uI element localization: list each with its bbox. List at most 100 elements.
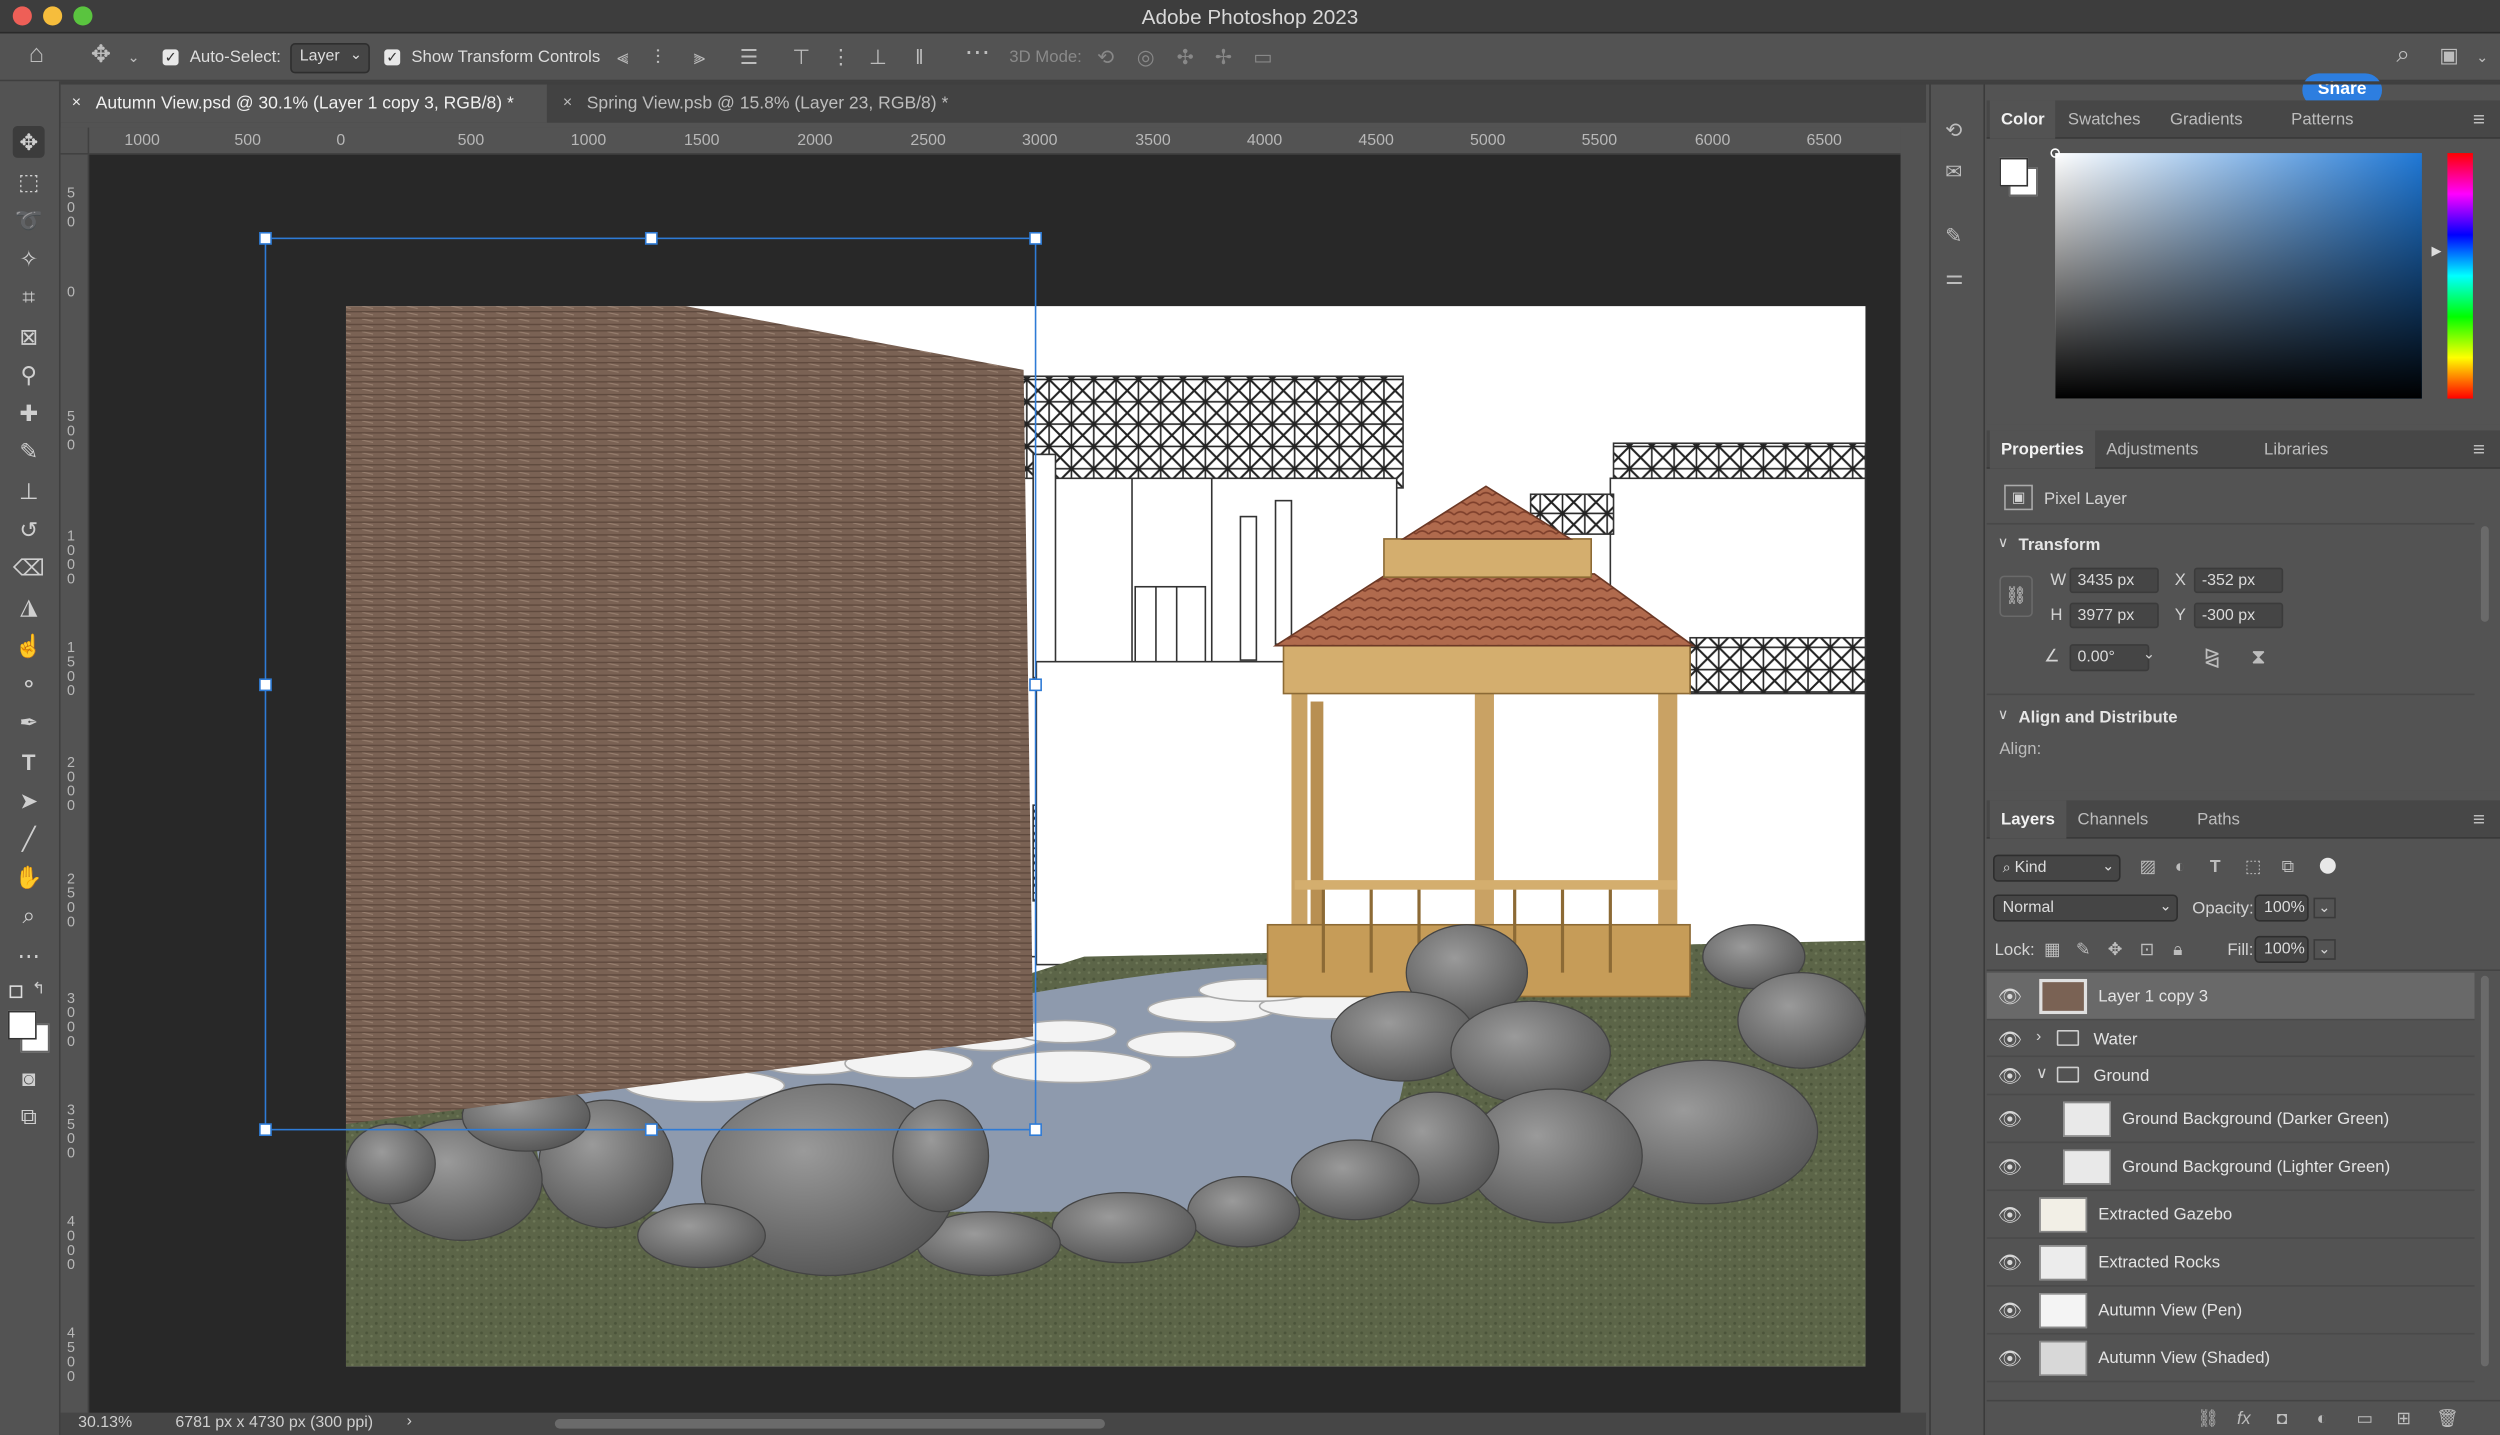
visibility-eye-icon[interactable]: 👁︎ bbox=[1998, 1108, 2022, 1130]
lock-artboard-icon[interactable]: ⊡ bbox=[2140, 939, 2155, 961]
zoom-tool-icon[interactable]: ⌕ bbox=[13, 899, 45, 931]
distribute-vertical-icon[interactable]: ‖ bbox=[915, 45, 924, 68]
layers-scrollbar[interactable] bbox=[2480, 975, 2489, 1367]
new-adjustment-icon[interactable]: ◐ bbox=[2317, 1408, 2328, 1430]
flip-horizontal-icon[interactable]: ⧎ bbox=[2203, 645, 2220, 668]
comments-panel-icon[interactable]: ✉ bbox=[1945, 160, 1962, 183]
align-middle-icon[interactable]: ⋮ bbox=[831, 45, 852, 68]
lock-image-icon[interactable]: ✎ bbox=[2076, 939, 2091, 961]
layer-row[interactable]: 👁︎ Extracted Rocks bbox=[1986, 1239, 2475, 1287]
layer-row[interactable]: 👁︎ Ground Background (Lighter Green) bbox=[1986, 1143, 2475, 1192]
tab-paths[interactable]: Paths bbox=[2186, 800, 2251, 838]
canvas-area[interactable] bbox=[89, 154, 1901, 1415]
move-tool-icon[interactable]: ✥ bbox=[12, 125, 45, 158]
status-chevron-icon[interactable]: › bbox=[407, 1413, 412, 1431]
layer-row[interactable]: 👁︎ Layer 1 copy 3 bbox=[1986, 972, 2475, 1021]
3d-roll-icon[interactable]: ◎ bbox=[1137, 45, 1155, 68]
brush-tool-icon[interactable]: ✎ bbox=[13, 435, 45, 467]
angle-chevron-icon[interactable]: ⌄ bbox=[2143, 646, 2155, 664]
healing-brush-icon[interactable]: ✚ bbox=[13, 397, 45, 429]
3d-pan-icon[interactable]: ✣ bbox=[1177, 45, 1194, 68]
brush-settings-icon[interactable]: ✎ bbox=[1945, 224, 1962, 247]
link-icon[interactable]: ⛓ bbox=[1999, 575, 2033, 618]
quick-mask-icon[interactable]: ◙ bbox=[13, 1062, 45, 1094]
flip-vertical-icon[interactable]: ⧗ bbox=[2251, 645, 2266, 668]
visibility-eye-icon[interactable]: 👁︎ bbox=[1998, 1204, 2022, 1226]
crop-tool-icon[interactable]: ⌗ bbox=[13, 281, 45, 313]
transform-chevron-icon[interactable]: ∨ bbox=[1998, 534, 2009, 552]
layer-thumbnail[interactable] bbox=[2063, 1101, 2111, 1137]
filter-toggle-icon[interactable] bbox=[2319, 857, 2336, 874]
eraser-tool-icon[interactable]: ⌫ bbox=[13, 552, 45, 584]
visibility-eye-icon[interactable]: 👁︎ bbox=[1998, 1028, 2022, 1050]
y-field[interactable]: -300 px bbox=[2193, 602, 2284, 629]
delete-layer-icon[interactable]: 🗑︎ bbox=[2436, 1408, 2458, 1430]
ruler-origin[interactable] bbox=[60, 127, 90, 155]
new-group-icon[interactable]: ▭ bbox=[2357, 1408, 2374, 1430]
layer-thumbnail[interactable] bbox=[2063, 1149, 2111, 1185]
move-tool-icon[interactable]: ✥ bbox=[91, 43, 111, 67]
lasso-tool-icon[interactable]: ➰ bbox=[13, 204, 45, 236]
visibility-eye-icon[interactable]: 👁︎ bbox=[1998, 1156, 2022, 1178]
foreground-swatch[interactable] bbox=[1999, 157, 2029, 187]
tab-spring-view[interactable]: × Spring View.psb @ 15.8% (Layer 23, RGB… bbox=[552, 85, 1014, 123]
filter-adjustment-icon[interactable]: ◐ bbox=[2175, 856, 2186, 878]
visibility-eye-icon[interactable]: 👁︎ bbox=[1998, 1347, 2022, 1369]
more-tools-icon[interactable]: ⋯ bbox=[13, 939, 45, 971]
lock-transparent-icon[interactable]: ▦ bbox=[2044, 939, 2061, 961]
horizontal-scrollbar[interactable] bbox=[554, 1419, 1105, 1429]
dodge-tool-icon[interactable]: ⚬ bbox=[13, 668, 45, 700]
workspace-icon[interactable]: ▣ bbox=[2439, 44, 2459, 67]
home-icon[interactable]: ⌂ bbox=[29, 42, 44, 68]
filter-smartobject-icon[interactable]: ⧉ bbox=[2282, 856, 2295, 878]
filter-pixel-icon[interactable]: ▨ bbox=[2140, 856, 2157, 878]
layer-row[interactable]: 👁︎ Extracted Gazebo bbox=[1986, 1191, 2475, 1239]
line-tool-icon[interactable]: ╱ bbox=[13, 823, 45, 855]
layer-thumbnail[interactable] bbox=[2039, 978, 2088, 1015]
visibility-eye-icon[interactable]: 👁︎ bbox=[1998, 1299, 2022, 1321]
align-bottom-icon[interactable]: ⊥ bbox=[869, 45, 887, 68]
filter-shape-icon[interactable]: ⬚ bbox=[2245, 856, 2262, 878]
swap-colors-icon[interactable]: ↰ bbox=[32, 981, 45, 999]
tab-patterns[interactable]: Patterns bbox=[2280, 100, 2365, 138]
new-layer-icon[interactable]: ⊞ bbox=[2396, 1408, 2411, 1430]
layer-thumbnail[interactable] bbox=[2039, 1197, 2088, 1233]
document-image[interactable] bbox=[89, 155, 1900, 1415]
paint-bucket-icon[interactable]: ◮ bbox=[13, 590, 45, 622]
layer-row[interactable]: 👁︎ ∨ Ground bbox=[1986, 1057, 2475, 1096]
layer-thumbnail[interactable] bbox=[2039, 1340, 2088, 1376]
blend-mode-dropdown[interactable]: Normal ⌄ bbox=[1993, 894, 2178, 922]
opacity-field[interactable]: 100% bbox=[2254, 894, 2309, 922]
workspace-chevron-icon[interactable]: ⌄ bbox=[2476, 46, 2488, 68]
lock-all-icon[interactable]: 🔒︎ bbox=[2173, 939, 2182, 961]
distribute-icon[interactable]: ☰ bbox=[740, 45, 759, 68]
lock-position-icon[interactable]: ✥ bbox=[2108, 939, 2123, 961]
panel-menu-icon[interactable]: ≡ bbox=[2473, 808, 2485, 830]
pen-tool-icon[interactable]: ✒ bbox=[13, 706, 45, 738]
smudge-tool-icon[interactable]: ☝ bbox=[13, 630, 45, 662]
tab-swatches[interactable]: Swatches bbox=[2057, 100, 2152, 138]
transform-section-title[interactable]: Transform bbox=[2019, 536, 2101, 555]
group-expand-icon[interactable]: › bbox=[2036, 1028, 2041, 1046]
visibility-eye-icon[interactable]: 👁︎ bbox=[1998, 1252, 2022, 1274]
opacity-chevron-icon[interactable]: ⌄ bbox=[2313, 897, 2336, 919]
align-top-icon[interactable]: ⊤ bbox=[792, 45, 810, 68]
panel-menu-icon[interactable]: ≡ bbox=[2473, 108, 2485, 130]
width-field[interactable]: 3435 px bbox=[2069, 567, 2159, 594]
auto-select-dropdown[interactable]: Layer ⌄ bbox=[290, 43, 370, 74]
history-panel-icon[interactable]: ⟲ bbox=[1945, 119, 1962, 142]
document-info[interactable]: 6781 px x 4730 px (300 ppi) bbox=[175, 1414, 373, 1432]
color-picker-marker[interactable] bbox=[2050, 148, 2060, 158]
more-options-icon[interactable]: ⋯ bbox=[965, 41, 991, 67]
hue-slider-handle[interactable]: ▶ bbox=[2431, 244, 2441, 258]
color-field[interactable] bbox=[2055, 153, 2422, 399]
tab-libraries[interactable]: Libraries bbox=[2253, 430, 2340, 468]
tab-properties[interactable]: Properties bbox=[1989, 430, 2095, 469]
vertical-ruler[interactable]: 500 0 500 1000 1500 2000 2500 3000 3500 4000 4500 bbox=[60, 154, 90, 1415]
align-chevron-icon[interactable]: ∨ bbox=[1998, 706, 2009, 724]
marquee-tool-icon[interactable]: ⬚ bbox=[13, 166, 45, 198]
align-left-icon[interactable]: ⫷ bbox=[617, 45, 629, 68]
fill-chevron-icon[interactable]: ⌄ bbox=[2313, 939, 2336, 960]
hue-slider[interactable] bbox=[2447, 153, 2473, 399]
hand-tool-icon[interactable]: ✋ bbox=[13, 861, 45, 893]
